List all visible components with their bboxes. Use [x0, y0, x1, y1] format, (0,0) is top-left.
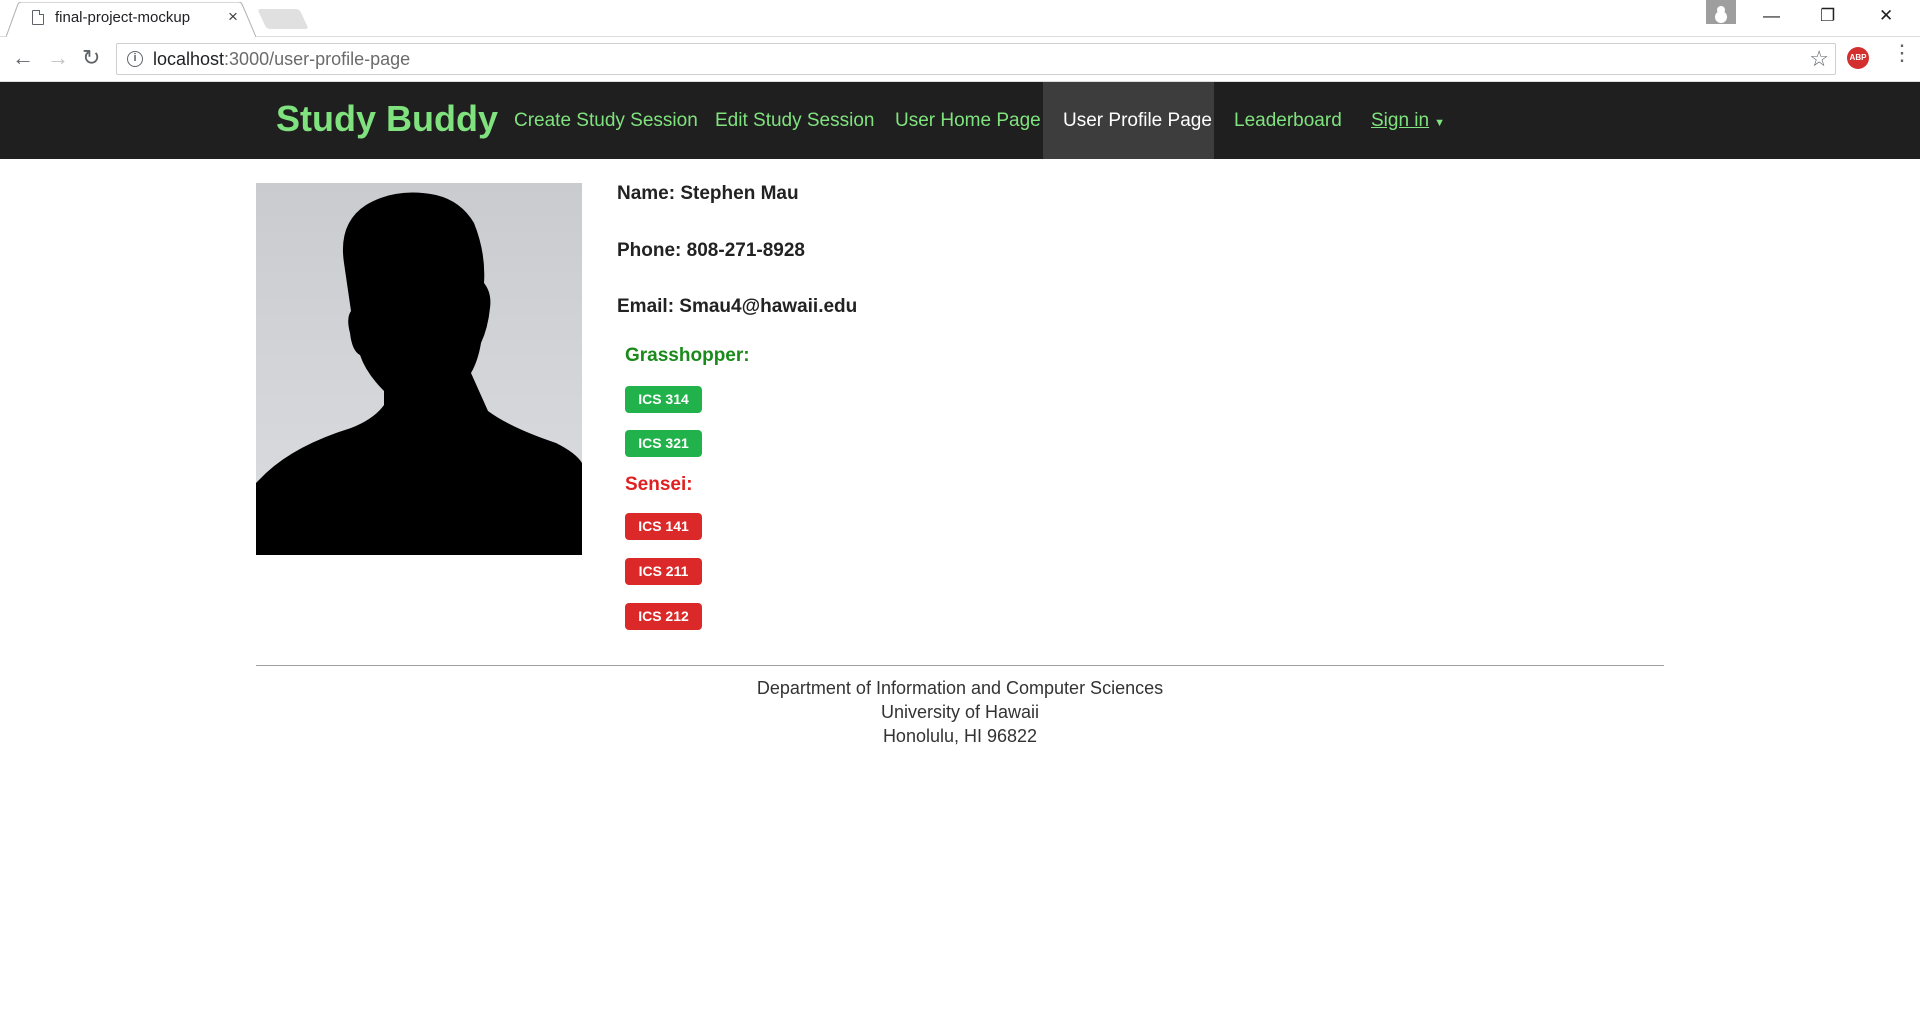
adblock-icon[interactable]: ABP [1847, 47, 1869, 69]
footer-university: University of Hawaii [880, 702, 1040, 722]
nav-create-study-session[interactable]: Create Study Session [514, 110, 698, 132]
address-bar[interactable]: i localhost:3000/user-profile-page ☆ [116, 43, 1836, 75]
page-icon [32, 10, 44, 25]
profile-avatar [256, 183, 582, 555]
browser-menu-icon[interactable]: ⋮ [1891, 42, 1913, 64]
nav-edit-study-session[interactable]: Edit Study Session [715, 110, 874, 132]
footer-divider [256, 665, 1664, 666]
info-icon[interactable]: i [127, 51, 143, 67]
bookmark-star-icon[interactable]: ☆ [1809, 46, 1829, 72]
app-navbar: Study Buddy Create Study Session Edit St… [0, 82, 1920, 159]
grasshopper-course-badge[interactable]: ICS 321 [625, 430, 702, 457]
tab-close-icon[interactable]: × [228, 7, 238, 27]
caret-down-icon: ▼ [1434, 117, 1445, 129]
grasshopper-course-badge[interactable]: ICS 314 [625, 386, 702, 413]
sensei-label: Sensei: [625, 474, 693, 495]
nav-user-home-page[interactable]: User Home Page [895, 110, 1041, 132]
profile-email: Email: Smau4@hawaii.edu [617, 296, 858, 317]
restore-icon[interactable]: ❐ [1820, 6, 1835, 26]
minimize-icon[interactable]: — [1763, 6, 1780, 26]
profile-name: Name: Stephen Mau [617, 183, 799, 204]
sensei-course-badge[interactable]: ICS 212 [625, 603, 702, 630]
url-text[interactable]: localhost:3000/user-profile-page [153, 49, 410, 70]
url-host: localhost [153, 49, 225, 69]
browser-toolbar: ← → ↻ i localhost:3000/user-profile-page… [0, 37, 1920, 82]
person-silhouette-icon [256, 192, 582, 555]
footer-address: Honolulu, HI 96822 [882, 726, 1038, 746]
browser-tab-strip: final-project-mockup × — ❐ ✕ [0, 0, 1920, 37]
sensei-course-badge[interactable]: ICS 141 [625, 513, 702, 540]
tab-title: final-project-mockup [55, 9, 191, 26]
close-window-icon[interactable]: ✕ [1879, 6, 1893, 26]
nav-sign-in-dropdown[interactable]: Sign in ▼ [1371, 110, 1445, 132]
footer-department: Department of Information and Computer S… [756, 678, 1164, 698]
forward-icon[interactable]: → [47, 45, 69, 71]
new-tab-button[interactable] [257, 9, 309, 29]
sensei-course-badge[interactable]: ICS 211 [625, 558, 702, 585]
back-icon[interactable]: ← [12, 45, 34, 71]
nav-user-profile-page[interactable]: User Profile Page [1043, 82, 1214, 159]
sign-in-label: Sign in [1371, 110, 1430, 131]
url-path: :3000/user-profile-page [224, 49, 411, 69]
reload-icon[interactable]: ↻ [82, 45, 100, 71]
grasshopper-label: Grasshopper: [625, 345, 750, 366]
profile-icon[interactable] [1706, 0, 1736, 24]
nav-leaderboard[interactable]: Leaderboard [1234, 110, 1342, 132]
brand-logo[interactable]: Study Buddy [276, 98, 498, 140]
nav-user-profile-page-label: User Profile Page [1063, 110, 1212, 131]
profile-phone: Phone: 808-271-8928 [617, 240, 805, 261]
